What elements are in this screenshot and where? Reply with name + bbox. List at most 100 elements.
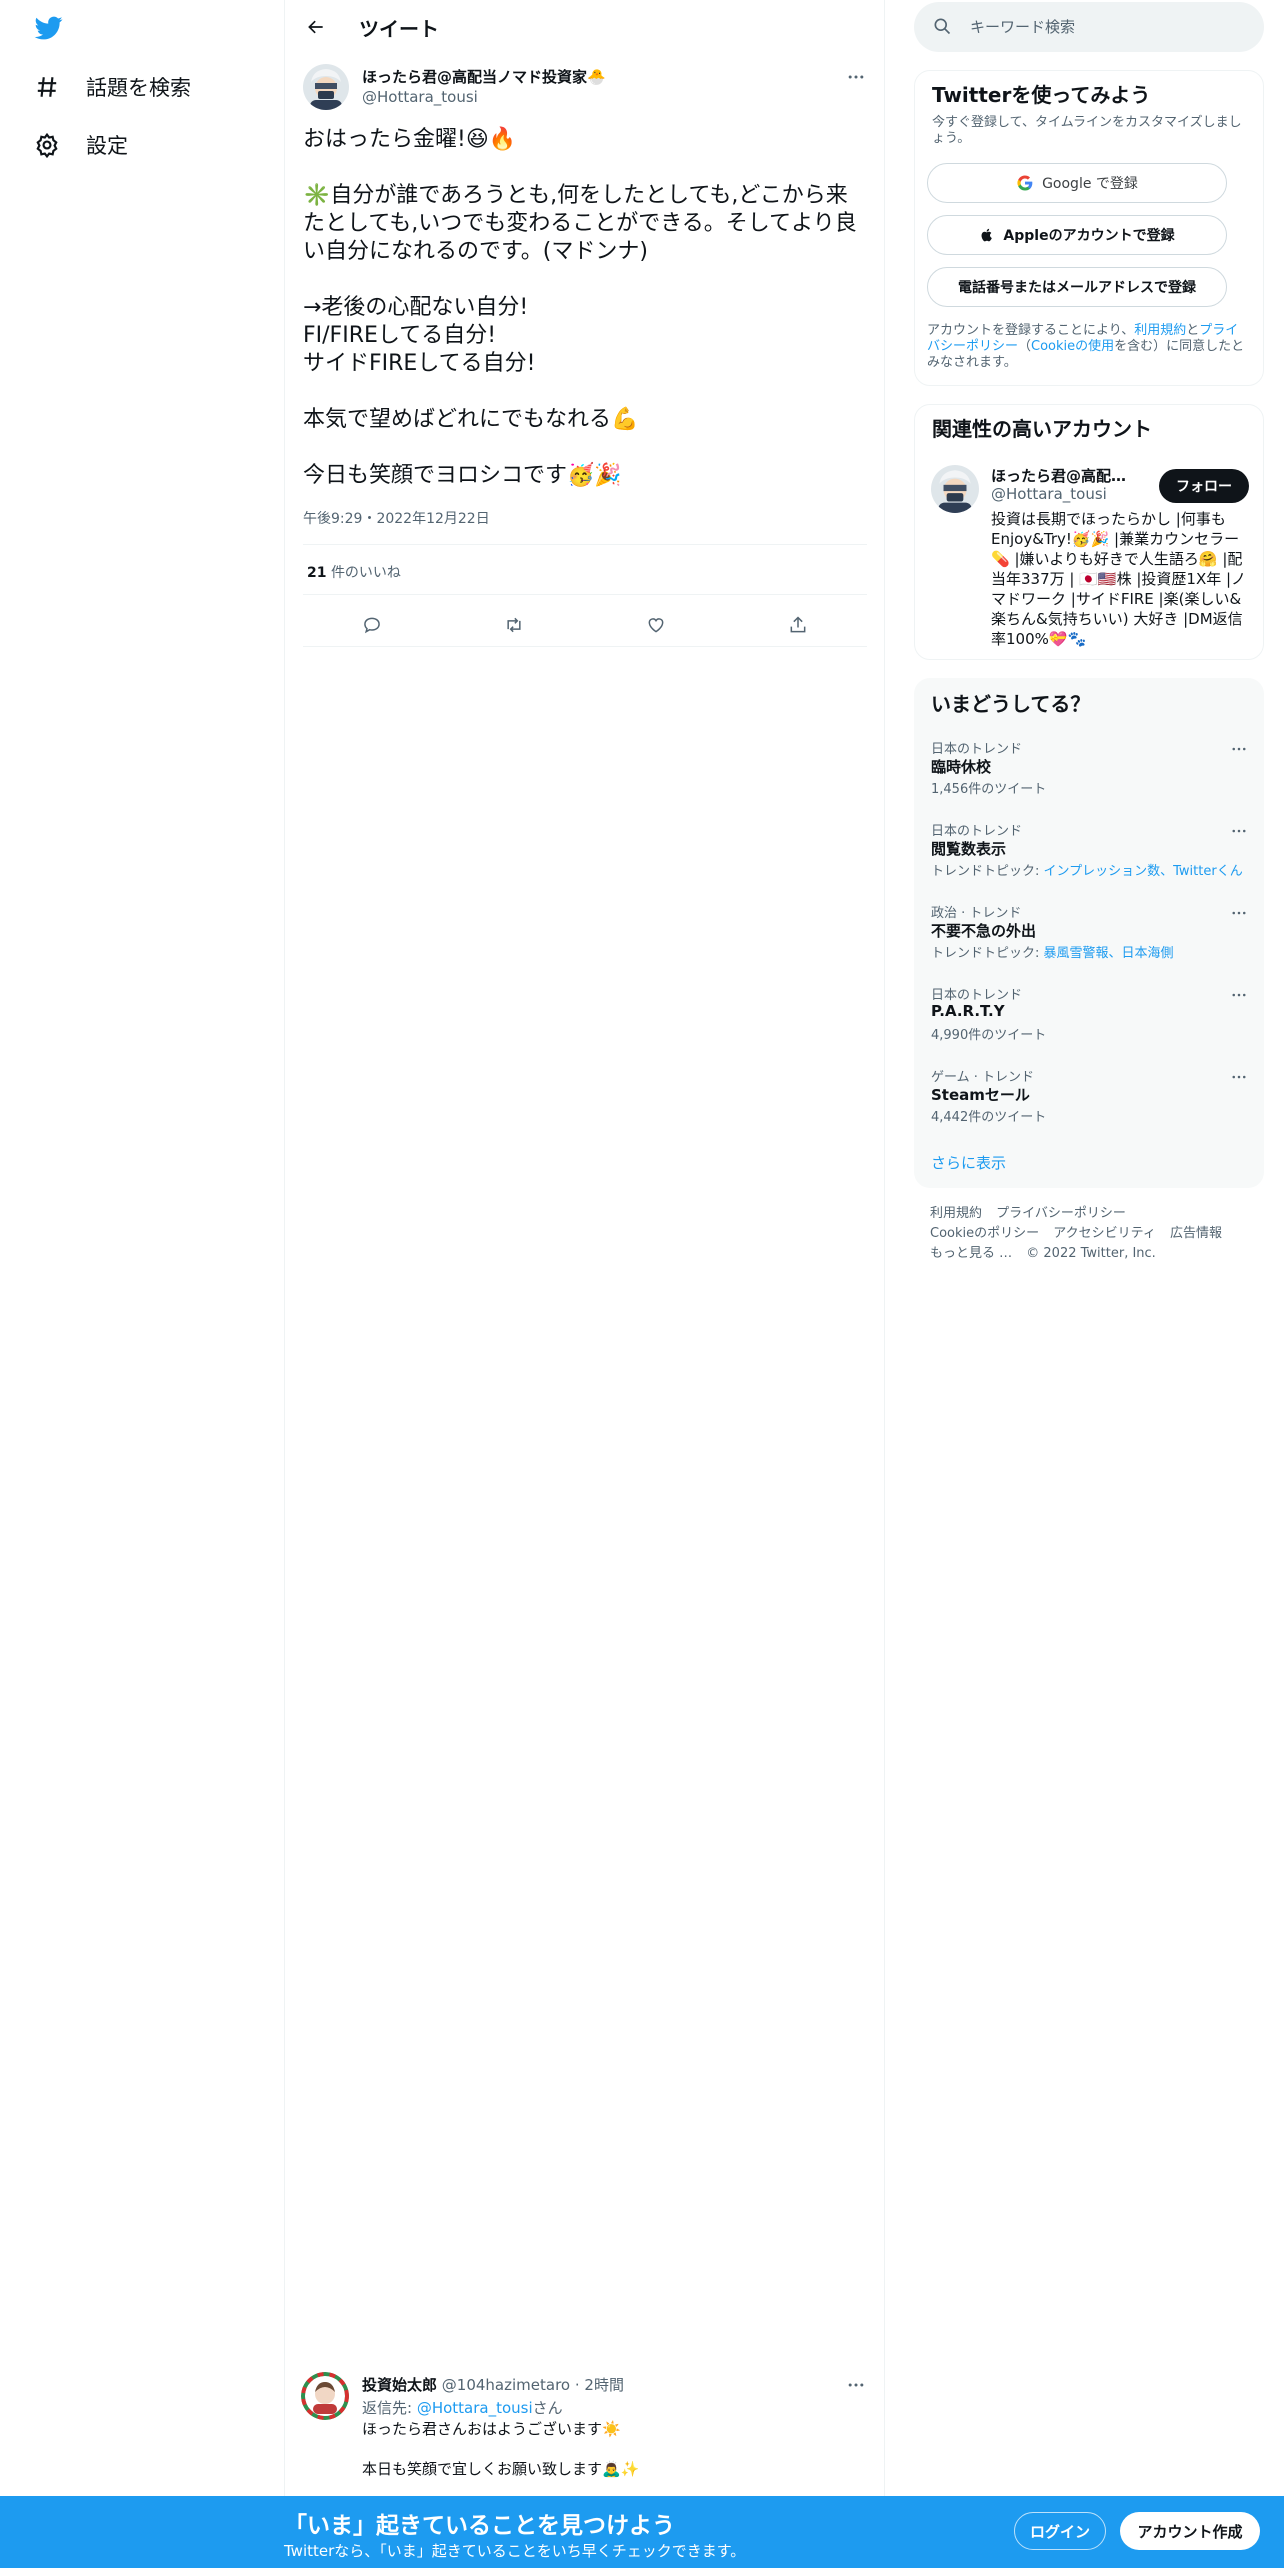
trend-category: 日本のトレンド xyxy=(931,742,1023,757)
trend-title: Steamセール xyxy=(931,1086,1030,1104)
nav-settings-label: 設定 xyxy=(86,134,128,158)
footer-link[interactable]: 広告情報 xyxy=(1170,1226,1222,1241)
page-header: ツイート xyxy=(285,0,885,54)
phone-email-signup-button[interactable]: 電話番号またはメールアドレスで登録 xyxy=(927,267,1227,307)
search-icon xyxy=(932,16,954,38)
reply-tweet[interactable]: 投資始太郎 @104hazimetaro · 2時間 返信先: @Hottara… xyxy=(285,2362,885,2502)
signup-button[interactable]: アカウント作成 xyxy=(1120,2512,1260,2550)
trend-item[interactable]: 政治 · トレンド 不要不急の外出 トレンドトピック: 暴風雪警報、日本海側 xyxy=(914,896,1264,976)
trend-title: 不要不急の外出 xyxy=(931,922,1037,940)
more-options-icon[interactable] xyxy=(843,2372,869,2398)
footer-link[interactable]: プライバシーポリシー xyxy=(996,1206,1126,1221)
cookie-link[interactable]: Cookieの使用 xyxy=(1031,339,1114,354)
tweet-line: 本気で望めばどれにでもなれる💪 xyxy=(303,407,639,432)
gear-icon xyxy=(30,128,64,162)
trend-meta: トレンドトピック: 暴風雪警報、日本海側 xyxy=(931,942,1174,961)
apple-signup-button[interactable]: Appleのアカウントで登録 xyxy=(927,215,1227,255)
google-signup-button[interactable]: Google で登録 xyxy=(927,163,1227,203)
share-icon[interactable] xyxy=(781,608,815,642)
replying-to-link[interactable]: @Hottara_tousi xyxy=(417,2399,533,2417)
login-button[interactable]: ログイン xyxy=(1014,2512,1106,2550)
divider xyxy=(303,594,867,595)
left-nav: 話題を検索 設定 xyxy=(0,0,284,2568)
reply-author-name[interactable]: 投資始太郎 xyxy=(362,2376,437,2394)
likes-label: 件のいいね xyxy=(330,565,401,581)
likes-count[interactable]: 21 件のいいね xyxy=(307,562,401,582)
trends-title: いまどうしてる？ xyxy=(931,692,1091,716)
avatar[interactable] xyxy=(303,64,349,110)
divider xyxy=(303,544,867,545)
trend-category: 日本のトレンド xyxy=(931,988,1023,1003)
reply-line: ほったら君さんおはようございます☀️ xyxy=(362,2420,621,2438)
follow-button[interactable]: フォロー xyxy=(1159,469,1249,503)
more-options-icon[interactable] xyxy=(1226,818,1252,844)
trends-card: いまどうしてる？ 日本のトレンド 臨時休校 1,456件のツイート 日本のトレン… xyxy=(914,678,1264,1188)
bottom-signup-bar: 「いま」起きていることを見つけよう Twitterなら、「いま」起きていることを… xyxy=(0,2496,1284,2568)
search-input[interactable] xyxy=(970,14,1240,40)
author-handle[interactable]: @Hottara_tousi xyxy=(362,88,478,106)
back-arrow-icon[interactable] xyxy=(299,10,333,44)
reply-line: 本日も笑顔で宜しくお願い致します🙇‍♂️✨ xyxy=(362,2460,640,2478)
footer-link[interactable]: Cookieのポリシー xyxy=(930,1226,1039,1241)
more-options-icon[interactable] xyxy=(1226,736,1252,762)
nav-settings[interactable]: 設定 xyxy=(30,120,128,170)
nav-explore[interactable]: 話題を検索 xyxy=(30,62,191,112)
reply-header: 投資始太郎 @104hazimetaro · 2時間 xyxy=(362,2374,624,2395)
tweet-timestamp[interactable]: 午後9:29・2022年12月22日 xyxy=(303,508,490,528)
main-column: ツイート ほったら君@高配当ノマド投資家🐣 @Hottara_tousi おはっ… xyxy=(284,0,885,2568)
trend-meta-prefix: トレンドトピック: xyxy=(931,946,1044,961)
related-account-handle[interactable]: @Hottara_tousi xyxy=(991,485,1107,503)
signup-card: Twitterを使ってみよう 今すぐ登録して、タイムラインをカスタマイズしましょ… xyxy=(914,70,1264,386)
related-account-name[interactable]: ほったら君@高配当ノマド投資家🐣 xyxy=(991,465,1141,486)
apple-signup-label: Appleのアカウントで登録 xyxy=(1003,228,1175,244)
google-icon xyxy=(1016,174,1034,192)
tweet-line: ✳️自分が誰であろうとも,何をしたとしても,どこから来たとしても,いつでも変わる… xyxy=(303,183,857,264)
replying-prefix: 返信先: xyxy=(362,2399,417,2417)
footer-link[interactable]: アクセシビリティ xyxy=(1053,1226,1156,1241)
like-heart-icon[interactable] xyxy=(639,608,673,642)
search-box[interactable] xyxy=(914,2,1264,52)
divider xyxy=(303,646,867,647)
sidebar-footer: 利用規約 プライバシーポリシー Cookieのポリシー アクセシビリティ 広告情… xyxy=(930,1204,1250,1264)
more-options-icon[interactable] xyxy=(1226,982,1252,1008)
trend-title: P.A.R.T.Y xyxy=(931,1002,1005,1020)
related-account-bio: 投資は長期でほったらかし |何事もEnjoy&Try!🥳🎉 |兼業カウンセラー💊… xyxy=(991,510,1247,648)
copyright: © 2022 Twitter, Inc. xyxy=(1026,1246,1156,1261)
trend-category: 日本のトレンド xyxy=(931,824,1023,839)
google-signup-label: Google で登録 xyxy=(1042,176,1138,192)
show-more-link[interactable]: さらに表示 xyxy=(931,1152,1006,1173)
trend-meta: トレンドトピック: インプレッション数、Twitterくん xyxy=(931,860,1243,879)
trend-item[interactable]: 日本のトレンド 閲覧数表示 トレンドトピック: インプレッション数、Twitte… xyxy=(914,814,1264,894)
retweet-icon[interactable] xyxy=(497,608,531,642)
more-options-icon[interactable] xyxy=(843,64,869,90)
avatar[interactable] xyxy=(301,2372,349,2420)
signup-title: Twitterを使ってみよう xyxy=(932,83,1151,107)
reply-handle-time[interactable]: @104hazimetaro · 2時間 xyxy=(442,2376,624,2394)
reply-text: ほったら君さんおはようございます☀️ 本日も笑顔で宜しくお願い致します🙇‍♂️✨ xyxy=(362,2419,862,2479)
avatar[interactable] xyxy=(931,465,979,513)
hashtag-icon xyxy=(30,70,64,104)
tweet-line: おはったら金曜!😆🔥 xyxy=(303,127,517,152)
trend-item[interactable]: 日本のトレンド P.A.R.T.Y 4,990件のツイート xyxy=(914,978,1264,1058)
trend-meta: 4,990件のツイート xyxy=(931,1028,1047,1043)
twitter-logo-icon[interactable] xyxy=(32,14,66,42)
trend-item[interactable]: 日本のトレンド 臨時休校 1,456件のツイート xyxy=(914,732,1264,812)
reply-icon[interactable] xyxy=(355,608,389,642)
author-name[interactable]: ほったら君@高配当ノマド投資家🐣 xyxy=(362,66,606,87)
trend-topic-link[interactable]: 暴風雪警報、日本海側 xyxy=(1044,946,1174,961)
footer-link[interactable]: もっと見る … xyxy=(930,1246,1012,1261)
terms-notice: アカウントを登録することにより、利用規約とプライバシーポリシー（Cookieの使… xyxy=(927,323,1247,371)
likes-number: 21 xyxy=(307,565,327,581)
replying-to: 返信先: @Hottara_tousiさん xyxy=(362,2397,563,2418)
tweet-line: サイドFIREしてる自分! xyxy=(303,351,536,376)
more-options-icon[interactable] xyxy=(1226,1064,1252,1090)
terms-prefix: アカウントを登録することにより、 xyxy=(927,323,1135,338)
tweet-line: 今日も笑顔でヨロシコです🥳🎉 xyxy=(303,463,622,488)
replying-suffix: さん xyxy=(532,2399,563,2417)
trend-item[interactable]: ゲーム · トレンド Steamセール 4,442件のツイート xyxy=(914,1060,1264,1140)
footer-link[interactable]: 利用規約 xyxy=(930,1206,982,1221)
trend-topic-link[interactable]: インプレッション数、Twitterくん xyxy=(1044,864,1243,879)
phone-email-signup-label: 電話番号またはメールアドレスで登録 xyxy=(958,280,1196,296)
terms-link[interactable]: 利用規約 xyxy=(1134,323,1186,338)
more-options-icon[interactable] xyxy=(1226,900,1252,926)
